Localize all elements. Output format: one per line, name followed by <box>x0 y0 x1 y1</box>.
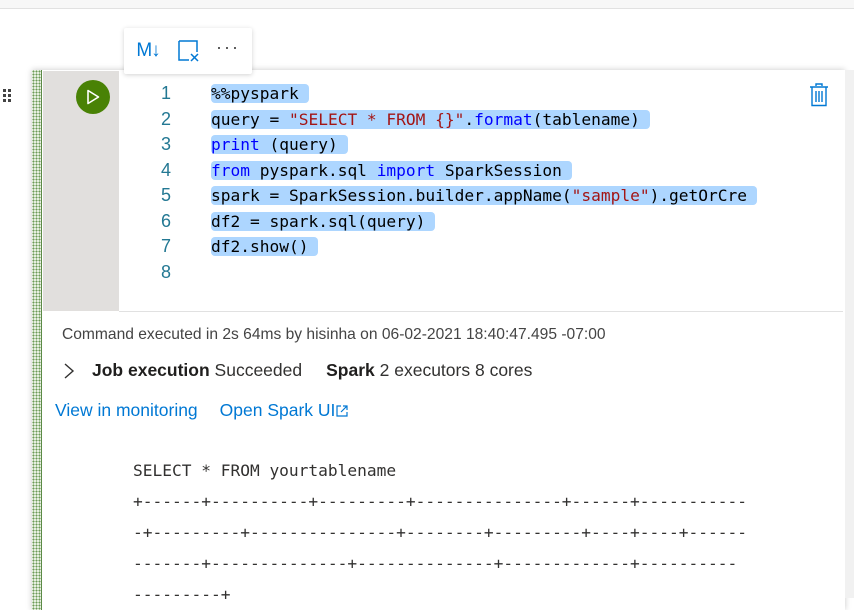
code-token: . <box>464 109 475 129</box>
selection-highlight: print (query) <box>211 135 348 154</box>
console-line: -------+--------------+--------------+--… <box>133 554 738 573</box>
code-line[interactable]: 4 from pyspark.sql import SparkSession <box>119 158 843 184</box>
console-line: ---------+ <box>133 585 231 604</box>
code-token: query = <box>211 109 289 129</box>
code-token: %%pyspark <box>211 84 299 103</box>
code-token: ).getOrCre <box>649 186 748 205</box>
more-options-button[interactable]: ··· <box>208 31 248 71</box>
job-execution-row: Job execution Succeeded Spark 2 executor… <box>62 360 532 381</box>
code-token: (tablename) <box>532 109 640 129</box>
console-line: SELECT * FROM yourtablename <box>133 461 397 480</box>
execution-info: Command executed in 2s 64ms by hisinha o… <box>62 326 606 343</box>
code-token: "sample" <box>571 186 650 205</box>
code-line[interactable]: 6 df2 = spark.sql(query) <box>119 209 843 235</box>
selection-highlight: df2 = spark.sql(query) <box>211 211 436 231</box>
selection-highlight: query = "SELECT * FROM {}".format(tablen… <box>211 109 650 129</box>
code-text: %%pyspark <box>211 81 309 107</box>
code-line[interactable]: 5 spark = SparkSession.builder.appName("s… <box>119 183 843 209</box>
code-text: query = "SELECT * FROM {}".format(tablen… <box>211 107 650 133</box>
code-text: spark = SparkSession.builder.appName("sa… <box>211 183 758 209</box>
code-token: (query) <box>259 135 338 154</box>
chevron-right-icon[interactable] <box>62 362 76 380</box>
code-token: format <box>474 109 533 129</box>
console-output: SELECT * FROM yourtablename +------+-----… <box>133 455 747 610</box>
code-token: pyspark.sql <box>249 160 377 180</box>
code-line[interactable]: 2 query = "SELECT * FROM {}".format(table… <box>119 107 843 133</box>
line-number: 6 <box>160 210 171 231</box>
markdown-button[interactable]: M↓ <box>128 35 168 67</box>
code-cell[interactable]: 1 %%pyspark 2 query = "SELECT * FROM {}".fo… <box>32 70 845 610</box>
code-token: SparkSession <box>435 160 562 180</box>
code-line[interactable]: 3 print (query) <box>119 132 843 158</box>
selection-highlight: %%pyspark <box>211 84 309 103</box>
console-line: +------+----------+---------+-----------… <box>133 492 747 511</box>
code-line[interactable]: 7 df2.show() <box>119 234 843 260</box>
code-token: print <box>211 135 260 154</box>
cell-gutter <box>43 71 119 311</box>
drag-handle-icon[interactable] <box>2 88 12 102</box>
selection-highlight: from pyspark.sql import SparkSession <box>211 160 572 180</box>
cell-toolbar: M↓ ··· <box>124 28 252 74</box>
code-token: df2.show() <box>211 237 309 256</box>
line-number: 1 <box>160 83 171 103</box>
code-token: spark = SparkSession.builder.appName( <box>211 186 572 205</box>
code-token: import <box>376 160 436 180</box>
code-token: "SELECT * FROM {}" <box>288 109 465 129</box>
line-number: 2 <box>160 108 171 129</box>
line-number: 7 <box>160 236 171 256</box>
code-editor[interactable]: 1 %%pyspark 2 query = "SELECT * FROM {}".fo… <box>119 71 843 312</box>
code-text: df2 = spark.sql(query) <box>211 209 436 235</box>
run-cell-button[interactable] <box>76 80 110 114</box>
line-number: 5 <box>160 185 171 205</box>
more-icon: ··· <box>216 36 240 57</box>
clear-output-button[interactable] <box>168 35 208 67</box>
code-token: from <box>211 160 250 180</box>
top-bar <box>0 0 854 9</box>
code-text: df2.show() <box>211 234 319 260</box>
job-status: Succeeded <box>214 360 303 380</box>
clear-output-icon <box>178 40 199 62</box>
view-in-monitoring-link[interactable]: View in monitoring <box>55 400 198 420</box>
open-spark-ui-link[interactable]: Open Spark UI <box>220 400 349 420</box>
page-scrollbar[interactable] <box>845 70 854 598</box>
markdown-icon: M↓ <box>136 40 160 61</box>
spark-info: 2 executors 8 cores <box>379 360 533 380</box>
selection-highlight: spark = SparkSession.builder.appName("sa… <box>211 186 758 205</box>
spark-label: Spark <box>326 360 375 380</box>
job-label: Job execution <box>92 360 210 380</box>
code-line[interactable]: 1 %%pyspark <box>119 81 843 107</box>
code-text: from pyspark.sql import SparkSession <box>211 158 572 184</box>
play-icon <box>87 89 100 105</box>
line-number: 4 <box>160 159 171 180</box>
output-links: View in monitoring Open Spark UI <box>55 400 349 421</box>
line-number: 3 <box>160 134 171 154</box>
selection-highlight: df2.show() <box>211 237 319 256</box>
code-text: print (query) <box>211 132 348 158</box>
cell-status-stripe <box>32 70 42 610</box>
open-spark-ui-label: Open Spark UI <box>219 400 336 420</box>
external-link-icon <box>336 405 349 417</box>
code-token: df2 = spark.sql(query) <box>211 211 426 231</box>
line-number: 8 <box>160 261 171 282</box>
code-line[interactable]: 8 <box>119 260 843 286</box>
console-line: -+---------+---------------+--------+---… <box>133 523 747 542</box>
